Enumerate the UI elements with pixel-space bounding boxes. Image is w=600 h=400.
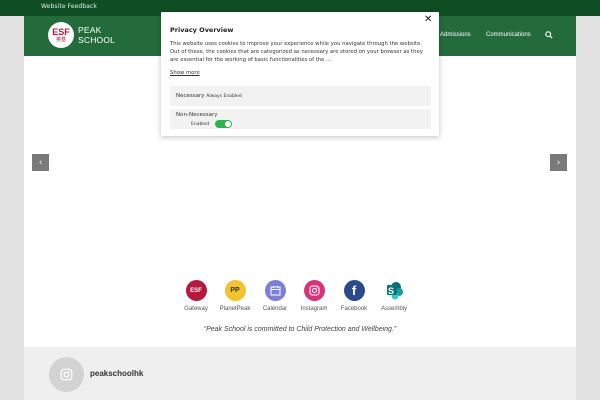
instagram-icon: [60, 368, 73, 381]
pref-non-necessary-name: Non-Necessary: [176, 112, 218, 118]
child-protection-quote: “Peak School is committed to Child Prote…: [203, 326, 397, 333]
quicklink-planetpeak[interactable]: PP PlanetPeak: [213, 280, 257, 312]
quicklink-instagram[interactable]: Instagram: [292, 280, 336, 312]
non-necessary-toggle[interactable]: [215, 120, 232, 128]
pref-necessary-status: Always Enabled: [206, 94, 242, 99]
nav-communications[interactable]: Communications: [486, 32, 531, 38]
quicklink-gateway[interactable]: ESF Gateway: [174, 280, 218, 312]
pref-necessary[interactable]: Necessary Always Enabled: [170, 86, 431, 106]
chevron-right-icon: ›: [556, 157, 561, 168]
quicklink-label: Calendar: [262, 306, 288, 312]
sharepoint-icon: S: [384, 280, 405, 301]
planetpeak-icon: PP: [224, 280, 246, 301]
quicklink-label: Gateway: [184, 306, 208, 312]
quicklink-label: Instagram: [300, 306, 328, 312]
nav-admissions[interactable]: Admissions: [440, 32, 471, 38]
pref-non-necessary[interactable]: Non-Necessary Enabled: [170, 109, 431, 129]
calendar-icon: [264, 280, 286, 301]
logo-abbr: ESF: [52, 26, 70, 37]
quicklink-label: Facebook: [340, 306, 368, 312]
modal-description: This website uses cookies to improve you…: [170, 41, 423, 63]
pref-necessary-name: Necessary: [176, 93, 205, 99]
school-name-line1: PEAK: [78, 25, 102, 35]
planetpeak-glyph: PP: [230, 287, 240, 294]
school-name-line2: SCHOOL: [78, 35, 116, 45]
close-icon[interactable]: ✕: [424, 15, 432, 25]
quicklink-assembly[interactable]: S Assembly: [372, 280, 416, 312]
instagram-icon: [303, 280, 325, 301]
logo-chinese: 英基: [55, 36, 66, 43]
quicklink-calendar[interactable]: Calendar: [253, 280, 297, 312]
slider-prev-button[interactable]: ‹: [32, 154, 49, 171]
pref-necessary-label: Necessary Always Enabled: [176, 93, 242, 99]
show-more-link[interactable]: Show more: [170, 70, 200, 76]
facebook-glyph: f: [351, 283, 357, 298]
toggle-knob: [225, 121, 231, 127]
esf-logo-icon: ESF: [185, 280, 207, 301]
quicklink-label: PlanetPeak: [219, 306, 251, 312]
gateway-glyph: ESF: [190, 287, 202, 294]
quicklink-facebook[interactable]: f Facebook: [332, 280, 376, 312]
esf-logo[interactable]: ESF 英基: [48, 22, 74, 48]
assembly-glyph: S: [387, 285, 394, 296]
modal-title: Privacy Overview: [170, 26, 234, 34]
pref-non-necessary-status: Enabled: [191, 122, 210, 127]
chevron-left-icon: ‹: [38, 157, 43, 168]
quicklink-label: Assembly: [380, 306, 407, 312]
instagram-avatar[interactable]: [49, 357, 84, 392]
website-feedback-link[interactable]: Website Feedback: [41, 3, 97, 10]
privacy-overview-modal: Privacy Overview ✕ This website uses coo…: [161, 12, 439, 136]
instagram-handle[interactable]: peakschoolhk: [90, 369, 143, 378]
school-name[interactable]: PEAK SCHOOL: [78, 25, 115, 45]
slider-next-button[interactable]: ›: [550, 154, 567, 171]
facebook-icon: f: [343, 280, 365, 301]
search-icon[interactable]: [545, 31, 553, 39]
